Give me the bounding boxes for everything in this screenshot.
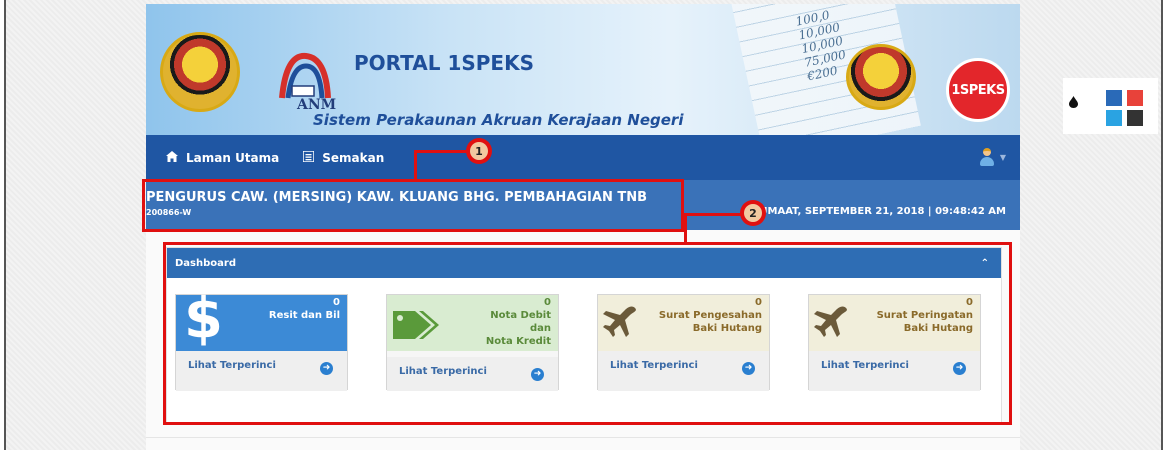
user-menu[interactable]: ▼ (979, 148, 1006, 166)
color-swatch-dark[interactable] (1127, 110, 1143, 126)
caret-down-icon: ▼ (999, 152, 1006, 162)
johor-coat-of-arms-icon (846, 44, 916, 110)
nav-label: Semakan (322, 150, 385, 165)
portal-title: PORTAL 1SPEKS (354, 51, 534, 75)
1speks-logo-text: 1SPEKS (951, 82, 1005, 98)
portal-subtitle: Sistem Perakaunan Akruan Kerajaan Negeri (313, 111, 684, 129)
nav-label: Laman Utama (186, 150, 280, 165)
color-swatch-blue[interactable] (1106, 90, 1122, 106)
list-icon (302, 149, 315, 165)
callout-badge-2: 2 (740, 200, 766, 226)
callout-badge-1: 1 (466, 138, 492, 164)
callout-connector-1 (414, 150, 470, 153)
1speks-logo: 1SPEKS (946, 58, 1010, 122)
header-banner: 100,0 10,000 10,000 75,000 €200 ANM PORT… (146, 4, 1020, 135)
nav-semakan[interactable]: Semakan (302, 149, 385, 165)
malaysia-coat-of-arms-icon (160, 32, 240, 112)
callout-connector-2 (684, 213, 687, 243)
callout-connector-2 (684, 213, 742, 216)
color-swatch-red[interactable] (1127, 90, 1143, 106)
user-avatar-icon (979, 148, 994, 166)
nav-laman-utama[interactable]: Laman Utama (166, 150, 280, 165)
content-divider (146, 437, 1020, 450)
color-swatch-light-blue[interactable] (1106, 110, 1122, 126)
highlight-box-2 (163, 242, 1012, 425)
callout-number: 1 (470, 142, 488, 160)
current-datetime: JUMAAT, SEPTEMBER 21, 2018 | 09:48:42 AM (755, 206, 1006, 217)
theme-color-switcher (1063, 78, 1158, 134)
callout-connector-1 (414, 151, 417, 181)
main-navbar: Laman Utama Semakan ▼ (146, 135, 1020, 180)
home-icon (166, 150, 178, 165)
ink-drop-icon (1069, 96, 1078, 111)
highlight-box-1 (142, 179, 684, 232)
callout-number: 2 (744, 204, 762, 222)
